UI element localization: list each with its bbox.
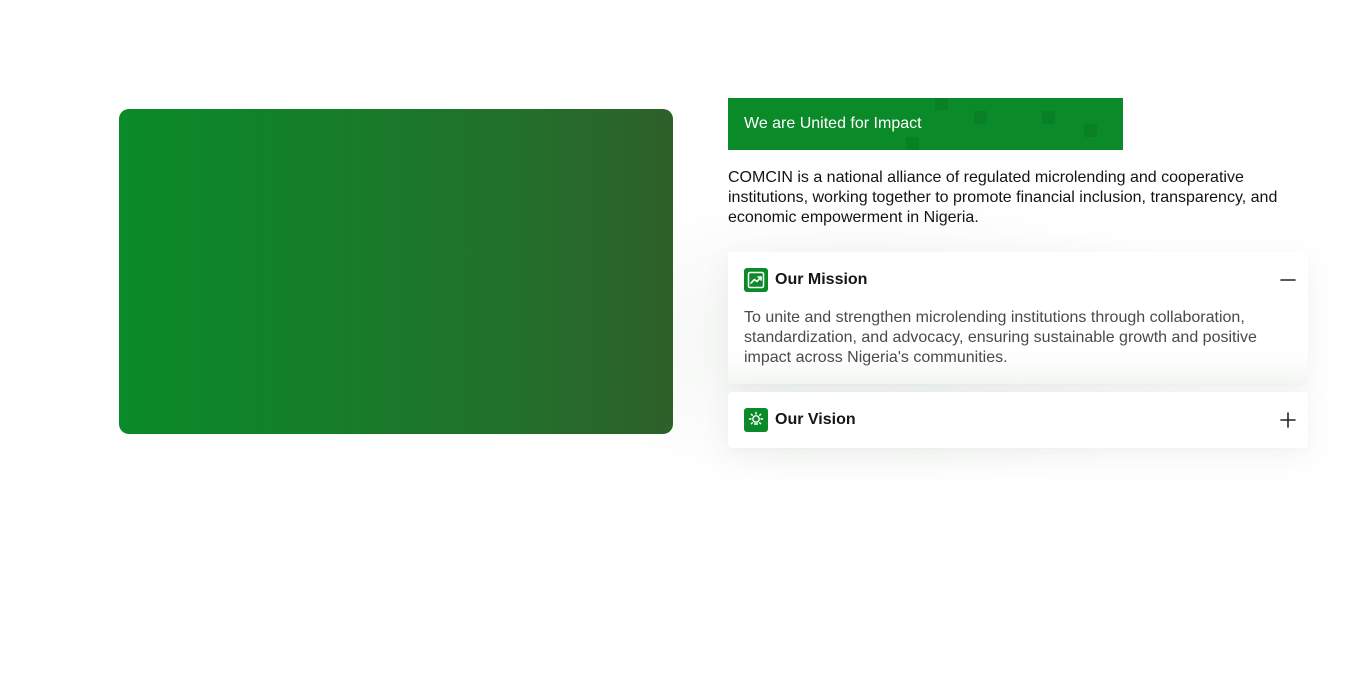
accordion-title-vision: Our Vision [775,411,856,428]
intro-text: COMCIN is a national alliance of regulat… [728,169,1278,226]
accordion-item-vision: Our Vision [728,392,1308,448]
accordion-body-mission: To unite and strengthen microlending ins… [744,309,1257,366]
plus-icon[interactable] [1276,408,1300,432]
section-tag-label: We are United for Impact [744,115,922,132]
lightbulb-icon [744,408,768,432]
chart-trend-icon [744,268,768,292]
accordion-header-vision[interactable]: Our Vision [728,392,1308,448]
accordion-title-mission: Our Mission [775,271,868,288]
about-section: We are United for Impact COMCIN is a nat… [728,98,1308,456]
section-tag: We are United for Impact [728,98,1123,150]
minus-icon[interactable] [1276,268,1300,292]
accordion-header-mission[interactable]: Our Mission [728,252,1308,308]
hero-image [119,109,673,434]
accordion: Our Mission To unite and strengthen micr… [728,252,1308,448]
accordion-item-mission: Our Mission To unite and strengthen micr… [728,252,1308,384]
page: We are United for Impact COMCIN is a nat… [0,0,1370,696]
